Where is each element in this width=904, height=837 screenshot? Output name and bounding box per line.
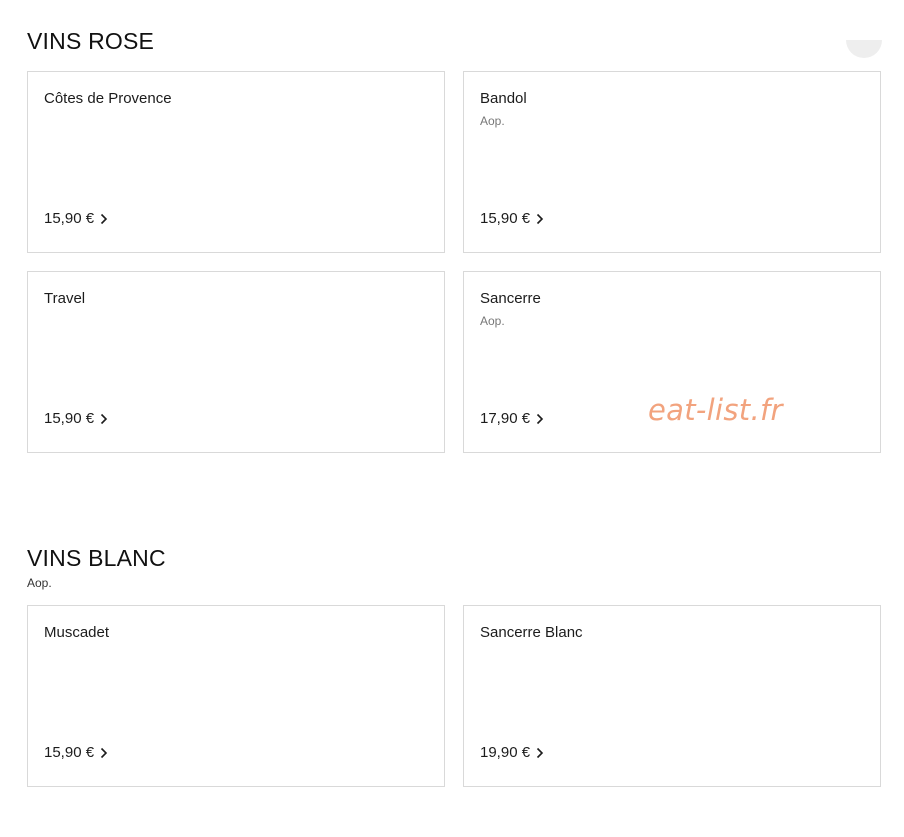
section-subtitle: Aop.: [27, 576, 52, 590]
menu-item-card[interactable]: Bandol Aop. 15,90 €: [463, 71, 881, 253]
item-name: Bandol: [480, 90, 527, 107]
chevron-right-icon: [536, 413, 544, 424]
section-title-vins-rose: VINS ROSE: [27, 28, 155, 54]
item-name: Côtes de Provence: [44, 90, 172, 107]
chevron-right-icon: [100, 413, 108, 424]
chevron-right-icon: [536, 213, 544, 224]
item-name: Travel: [44, 290, 86, 307]
item-price: 19,90 €: [480, 744, 546, 761]
item-name: Sancerre: [480, 290, 541, 307]
price-value: 19,90 €: [480, 744, 531, 761]
menu-item-card[interactable]: Sancerre Blanc 19,90 €: [463, 605, 881, 787]
item-price: 15,90 €: [44, 210, 110, 227]
price-value: 15,90 €: [480, 210, 531, 227]
chevron-right-icon: [100, 747, 108, 758]
menu-item-card[interactable]: Muscadet 15,90 €: [27, 605, 445, 787]
item-price: 15,90 €: [44, 744, 110, 761]
item-appellation: Aop.: [480, 314, 505, 328]
item-name: Muscadet: [44, 624, 110, 641]
price-value: 15,90 €: [44, 744, 95, 761]
item-price: 17,90 €: [480, 410, 546, 427]
menu-item-card[interactable]: Côtes de Provence 15,90 €: [27, 71, 445, 253]
chevron-right-icon: [536, 747, 544, 758]
scroll-top-button[interactable]: [846, 40, 882, 58]
item-price: 15,90 €: [44, 410, 110, 427]
item-appellation: Aop.: [480, 114, 505, 128]
item-price: 15,90 €: [480, 210, 546, 227]
section-title-vins-blanc: VINS BLANC: [27, 545, 166, 571]
price-value: 17,90 €: [480, 410, 531, 427]
watermark: eat-list.fr: [648, 393, 783, 427]
menu-item-card[interactable]: Travel 15,90 €: [27, 271, 445, 453]
price-value: 15,90 €: [44, 210, 95, 227]
price-value: 15,90 €: [44, 410, 95, 427]
chevron-right-icon: [100, 213, 108, 224]
item-name: Sancerre Blanc: [480, 624, 583, 641]
